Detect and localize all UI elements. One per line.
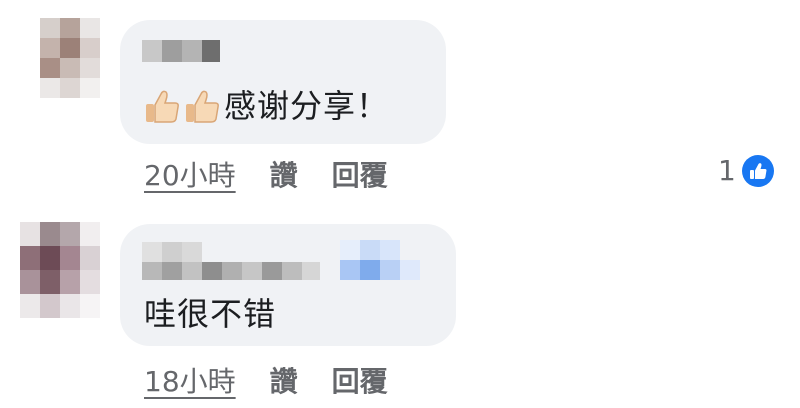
commenter-name[interactable] <box>142 242 202 262</box>
comment-thread: 感谢分享！ 20小時 讚 回覆 1 哇很不错 18小時 讚 回覆 <box>0 0 800 408</box>
reply-button[interactable]: 回覆 <box>332 154 388 194</box>
reaction-count: 1 <box>718 154 736 187</box>
verified-badge <box>340 240 400 260</box>
comment-text: 哇很不错 <box>144 295 277 333</box>
avatar[interactable] <box>20 222 100 318</box>
comment-bubble: 感谢分享！ <box>120 20 446 144</box>
commenter-name[interactable] <box>142 40 220 62</box>
avatar[interactable] <box>40 18 100 98</box>
like-button[interactable]: 讚 <box>270 360 298 400</box>
comment-timestamp[interactable]: 18小時 <box>144 360 236 400</box>
comment-bubble: 哇很不错 <box>120 224 456 346</box>
like-button[interactable]: 讚 <box>270 154 298 194</box>
comment-timestamp[interactable]: 20小時 <box>144 154 236 194</box>
thumbs-up-icon <box>182 86 222 126</box>
comment-text: 感谢分享！ <box>224 87 390 125</box>
reply-button[interactable]: 回覆 <box>332 360 388 400</box>
thumbs-up-icon <box>142 86 182 126</box>
reaction-summary[interactable]: 1 <box>718 154 774 187</box>
like-reaction-icon <box>741 154 774 187</box>
